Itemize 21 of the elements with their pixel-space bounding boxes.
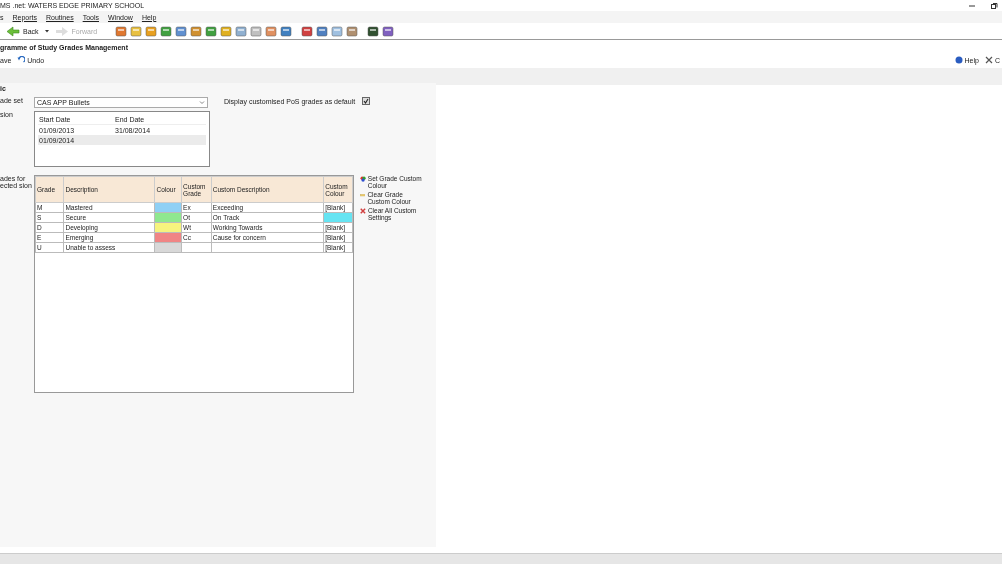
toolbar-icon[interactable] — [205, 25, 218, 37]
palette-icon — [360, 175, 366, 183]
toolbar-icon[interactable] — [316, 25, 329, 37]
toolbar-icon[interactable] — [160, 25, 173, 37]
cross-icon — [360, 207, 366, 215]
help-icon — [954, 56, 963, 64]
eraser-icon — [360, 191, 366, 199]
close-icon — [984, 56, 993, 64]
chevron-down-icon — [199, 100, 205, 105]
undo-icon — [17, 56, 26, 64]
toolbar-icon[interactable] — [301, 25, 314, 37]
caret-icon[interactable] — [43, 28, 50, 34]
toolbar-icon[interactable] — [115, 25, 128, 37]
checkbox[interactable] — [362, 97, 371, 105]
restore-icon[interactable] — [990, 1, 998, 10]
toolbar-icon[interactable] — [280, 25, 293, 37]
toolbar-icon[interactable] — [367, 25, 380, 37]
arrow-left-icon — [6, 25, 20, 37]
toolbar-icon[interactable] — [382, 25, 395, 37]
arrow-right-icon — [54, 25, 69, 37]
toolbar-icon[interactable] — [175, 25, 188, 37]
